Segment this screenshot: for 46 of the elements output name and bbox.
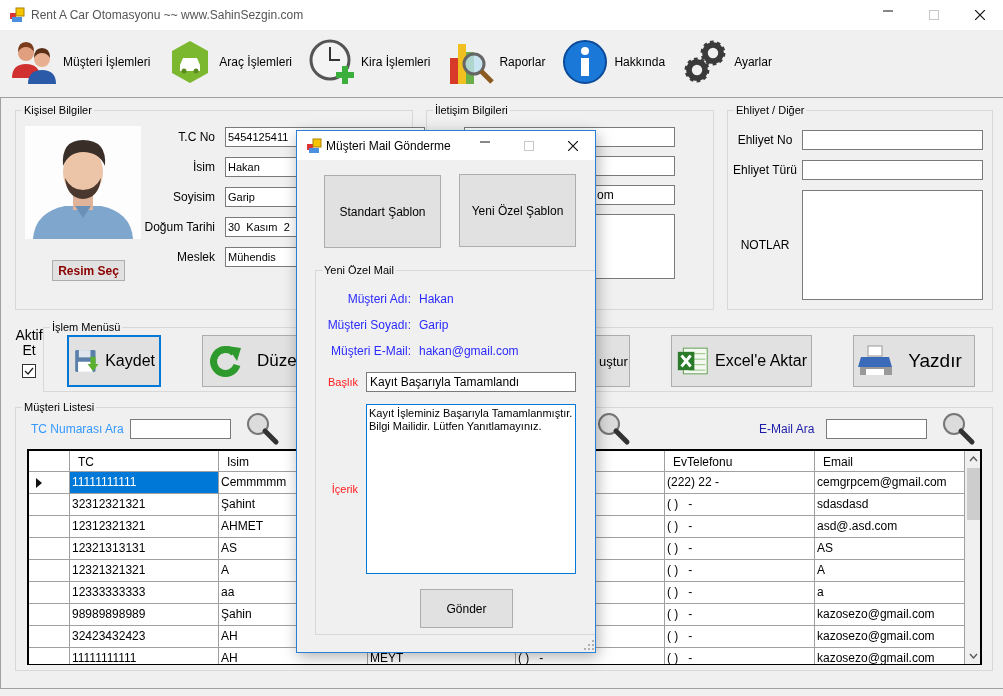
table-cell: 11111111111 [70, 648, 219, 664]
field-label: Meslek [176, 250, 215, 264]
window-title: Rent A Car Otomasyonu ~~ www.SahinSezgin.com [31, 8, 305, 22]
info-value: Garip [419, 318, 450, 332]
content-text: Kayıt İşleminiz Başarıyla Tamamlanmıştır. Bilgi Mailidir. Lütfen Yanıtlamayınız. [369, 407, 573, 432]
field-label: Ehliyet No [736, 133, 794, 147]
field-label: Doğum Tarihi [143, 220, 215, 234]
table-cell: 12333333333 [70, 582, 219, 604]
group-title: Yeni Özel Mail [323, 264, 395, 276]
table-cell: 98989898989 [70, 604, 219, 626]
group-title: Kişisel Bilgiler [23, 104, 93, 116]
table-cell: ( ) - [665, 494, 815, 516]
table-cell: ( ) - [665, 648, 815, 664]
field-label: Soyisim [172, 190, 215, 204]
table-cell: ( ) - [665, 626, 815, 648]
group-title: Ehliyet / Diğer [735, 104, 806, 116]
info-label: Müşteri E-Mail: [330, 344, 411, 358]
table-cell: ( ) - [665, 516, 815, 538]
table-cell: ( ) - [665, 560, 815, 582]
group-title: İşlem Menüsü [51, 321, 122, 333]
table-cell: 32423432423 [70, 626, 219, 648]
search-label: E-Mail Ara [759, 422, 816, 436]
search-label: TC Numarası Ara [31, 422, 125, 436]
field-label: İsim [192, 160, 215, 174]
table-cell: ( ) - [665, 538, 815, 560]
group-title: Müşteri Listesi [23, 401, 96, 413]
info-value: hakan@gmail.com [419, 344, 520, 358]
table-cell: 32312321321 [70, 494, 219, 516]
field-label: NOTLAR [739, 238, 791, 252]
table-cell: 11111111111 [70, 472, 219, 494]
dialog-title: Müşteri Mail Gönderme [326, 138, 452, 153]
table-cell: 12321321321 [70, 560, 219, 582]
table-cell: ( ) - [665, 604, 815, 626]
info-label: Müşteri Soyadı: [326, 318, 411, 332]
table-cell: 12321313131 [70, 538, 219, 560]
group-title: İletişim Bilgileri [434, 104, 509, 116]
content-label: İçerik [330, 483, 358, 495]
table-cell: (222) 22 - [665, 472, 815, 494]
checkbox-label: Aktif Et [15, 328, 43, 358]
field-label: T.C No [177, 130, 215, 144]
field-label: Ehliyet Türü [732, 163, 798, 177]
info-value: Hakan [419, 292, 455, 306]
table-cell: 12312321321 [70, 516, 219, 538]
table-cell: ( ) - [665, 582, 815, 604]
info-label: Müşteri Adı: [346, 292, 411, 306]
subject-label: Başlık [327, 376, 358, 388]
